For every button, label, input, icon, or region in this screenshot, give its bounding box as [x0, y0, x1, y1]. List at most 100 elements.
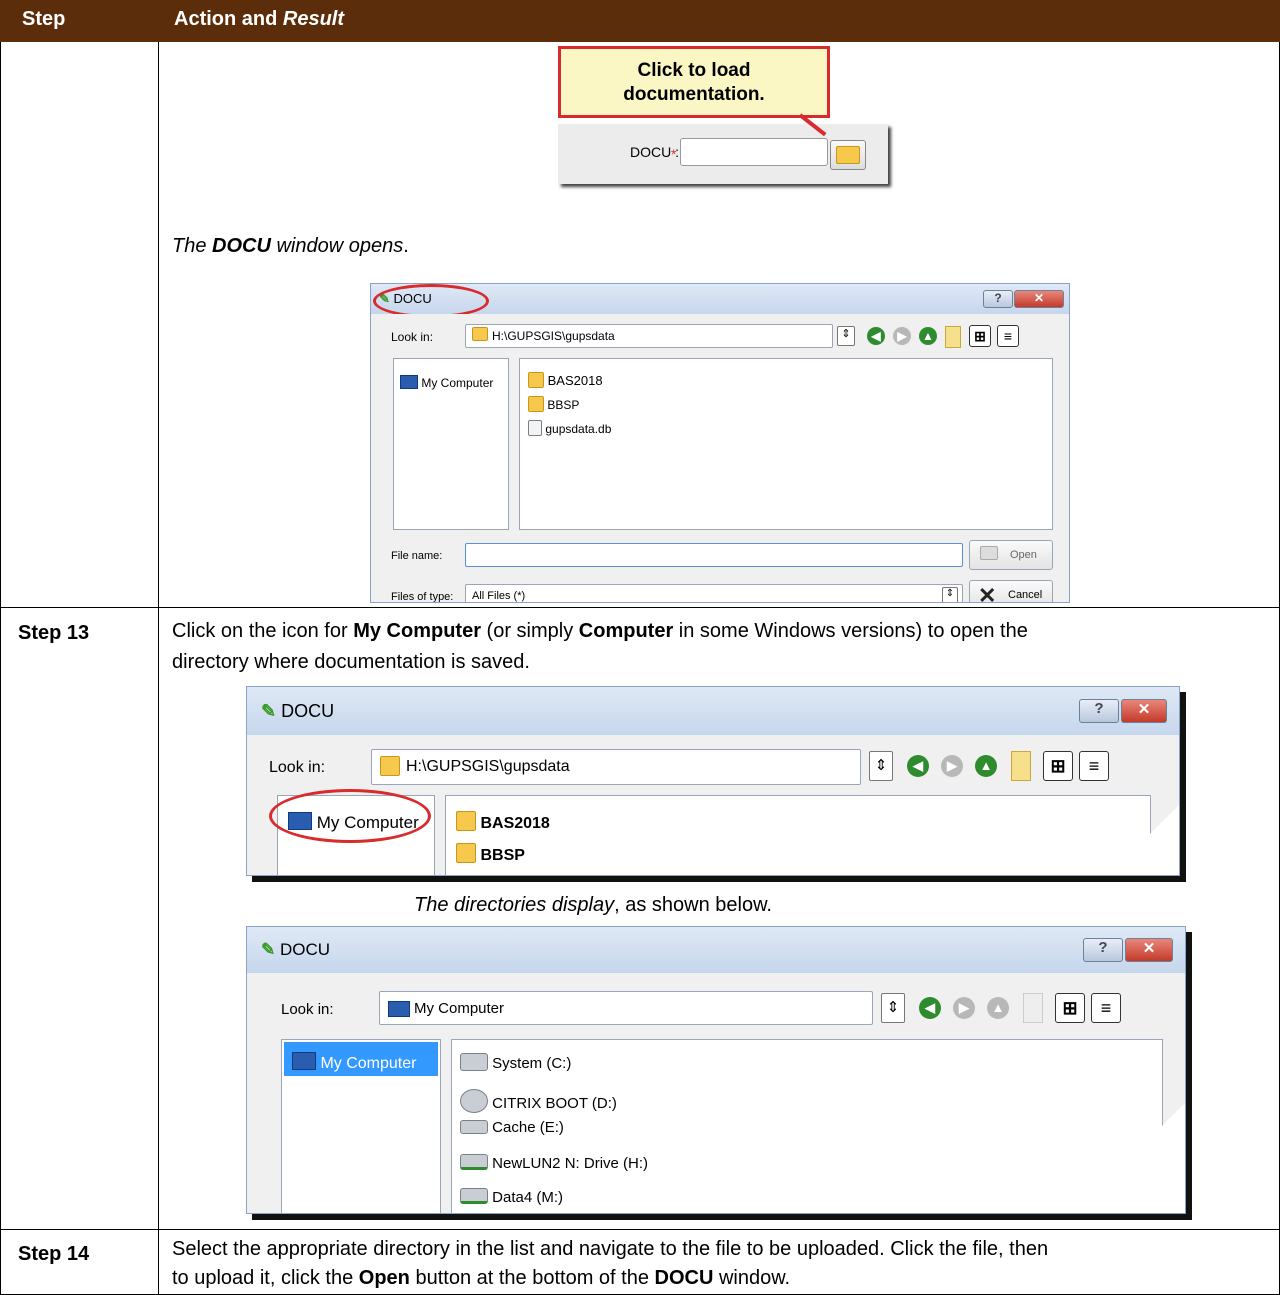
list-item[interactable]: CITRIX BOOT (D:)	[460, 1084, 617, 1113]
help-button[interactable]: ?	[1083, 938, 1123, 962]
callout-line1: Click to load	[637, 60, 751, 81]
close-button[interactable]: ✕	[1121, 699, 1167, 723]
list-item[interactable]: NewLUN2 N: Drive (H:)	[460, 1152, 648, 1172]
back-icon[interactable]: ◀	[867, 327, 885, 345]
look-in-label: Look in:	[391, 330, 434, 344]
dialog-body: Look in: H:\GUPSGIS\gupsdata ⇕ ◀ ▶ ▲ ⊞ ≡…	[371, 314, 1069, 602]
look-in-combo[interactable]: H:\GUPSGIS\gupsdata	[465, 324, 833, 348]
row-divider	[0, 1229, 1280, 1230]
folder-open-icon	[980, 546, 998, 560]
table-border-left	[0, 42, 1, 1295]
header-step: Step	[22, 8, 66, 30]
step-14-label: Step 14	[18, 1243, 90, 1265]
help-button[interactable]: ?	[983, 290, 1013, 308]
sidebar-item-my-computer[interactable]: My Computer	[292, 1050, 416, 1073]
sidebar-item-my-computer[interactable]: My Computer	[400, 373, 493, 390]
up-icon[interactable]: ▲	[987, 997, 1009, 1019]
combo-spinner[interactable]: ⇕	[881, 993, 905, 1023]
list-view-icon[interactable]: ⊞	[1055, 993, 1085, 1023]
directories-caption: The directories display, as shown below.	[414, 894, 772, 916]
folder-icon	[380, 756, 400, 776]
docu-input[interactable]	[680, 138, 828, 166]
list-item[interactable]: BBSP	[456, 840, 525, 865]
docu-dialog-3: ✎ DOCU ? ✕ Look in: My Computer ⇕ ◀ ▶ ▲ …	[246, 926, 1186, 1214]
detail-view-icon[interactable]: ≡	[1091, 993, 1121, 1023]
folder-icon	[456, 811, 476, 831]
docu-field-row: DOCU : *	[558, 124, 888, 184]
look-in-value: H:\GUPSGIS\gupsdata	[406, 758, 570, 775]
new-folder-icon[interactable]	[1011, 751, 1031, 781]
title-bar: ✎ DOCU ? ✕	[247, 687, 1179, 735]
title-bar: ✎ DOCU ? ✕	[247, 927, 1185, 973]
network-drive-icon	[460, 1188, 488, 1204]
open-button[interactable]: Open	[969, 540, 1053, 570]
qgis-icon: ✎	[261, 940, 276, 959]
new-folder-icon[interactable]	[1023, 993, 1043, 1023]
folder-icon	[456, 843, 476, 863]
list-item[interactable]: gupsdata.db	[528, 417, 611, 436]
detail-view-icon[interactable]: ≡	[997, 325, 1019, 347]
list-item[interactable]: BAS2018	[528, 369, 603, 388]
new-folder-icon[interactable]	[945, 326, 961, 348]
browse-folder-button[interactable]	[830, 140, 866, 170]
header-action: Action and Result	[174, 8, 345, 30]
list-item[interactable]: BAS2018	[456, 808, 550, 833]
close-button[interactable]: ✕	[1125, 938, 1173, 962]
back-icon[interactable]: ◀	[907, 755, 929, 777]
look-in-value: My Computer	[414, 1000, 505, 1017]
cancel-button[interactable]: ✕ Cancel	[969, 580, 1053, 602]
window-opens-text: The DOCU window opens.	[172, 235, 409, 257]
help-button[interactable]: ?	[1079, 699, 1119, 723]
forward-icon[interactable]: ▶	[893, 327, 911, 345]
file-name-input[interactable]	[465, 543, 963, 567]
file-name-label: File name:	[391, 550, 443, 562]
step-14-text-line2: to upload it, click the Open button at t…	[172, 1267, 791, 1289]
step-13-text-line2: directory where documentation is saved.	[172, 651, 530, 673]
computer-icon	[388, 1001, 410, 1017]
up-icon[interactable]: ▲	[919, 327, 937, 345]
close-button[interactable]: ✕	[1014, 290, 1064, 308]
step-14-text-line1: Select the appropriate directory in the …	[172, 1238, 1049, 1260]
network-drive-icon	[460, 1154, 488, 1170]
detail-view-icon[interactable]: ≡	[1079, 751, 1109, 781]
table-column-divider	[158, 42, 159, 1295]
forward-icon[interactable]: ▶	[953, 997, 975, 1019]
forward-icon[interactable]: ▶	[941, 755, 963, 777]
list-view-icon[interactable]: ⊞	[1043, 751, 1073, 781]
combo-spinner[interactable]: ⇕	[869, 751, 893, 781]
back-icon[interactable]: ◀	[919, 997, 941, 1019]
list-item[interactable]: System (C:)	[460, 1050, 571, 1072]
up-icon[interactable]: ▲	[975, 755, 997, 777]
computer-icon	[292, 1052, 316, 1070]
file-list-pane: BAS2018 BBSP	[445, 795, 1151, 875]
look-in-combo[interactable]: My Computer	[379, 991, 873, 1025]
folder-icon	[528, 396, 544, 412]
computer-icon	[400, 375, 418, 389]
database-file-icon	[528, 420, 542, 436]
folder-icon	[836, 146, 860, 164]
sidebar-pane: My Computer	[393, 358, 509, 530]
table-header: Step Action and Result	[0, 0, 1280, 42]
folder-icon	[528, 372, 544, 388]
combo-spinner[interactable]: ⇕	[942, 587, 958, 602]
dvd-drive-icon	[460, 1089, 488, 1113]
required-mark: *	[671, 146, 677, 162]
highlight-oval	[373, 284, 489, 318]
combo-spinner[interactable]: ⇕	[837, 326, 855, 346]
qgis-icon: ✎	[261, 701, 277, 721]
list-view-icon[interactable]: ⊞	[969, 325, 991, 347]
page-curl	[1075, 1103, 1185, 1213]
docu-dialog-2: ✎ DOCU ? ✕ Look in: H:\GUPSGIS\gupsdata …	[246, 686, 1180, 876]
file-list-pane: BAS2018 BBSP gupsdata.db	[519, 358, 1053, 530]
instruction-table: Step Action and Result Click to load doc…	[0, 0, 1280, 1295]
row-divider	[0, 607, 1280, 608]
list-item[interactable]: Data4 (M:)	[460, 1186, 563, 1206]
list-item[interactable]: Cache (E:)	[460, 1118, 564, 1136]
files-of-type-combo[interactable]: All Files (*) ⇕	[465, 584, 963, 602]
step-13-text-line1: Click on the icon for My Computer (or si…	[172, 620, 1028, 642]
dialog-body: Look in: My Computer ⇕ ◀ ▶ ▲ ⊞ ≡ My Comp…	[247, 973, 1185, 1213]
step-13-label: Step 13	[18, 622, 90, 644]
sidebar-pane: My Computer	[281, 1039, 441, 1213]
look-in-combo[interactable]: H:\GUPSGIS\gupsdata	[371, 749, 861, 785]
list-item[interactable]: BBSP	[528, 393, 579, 412]
